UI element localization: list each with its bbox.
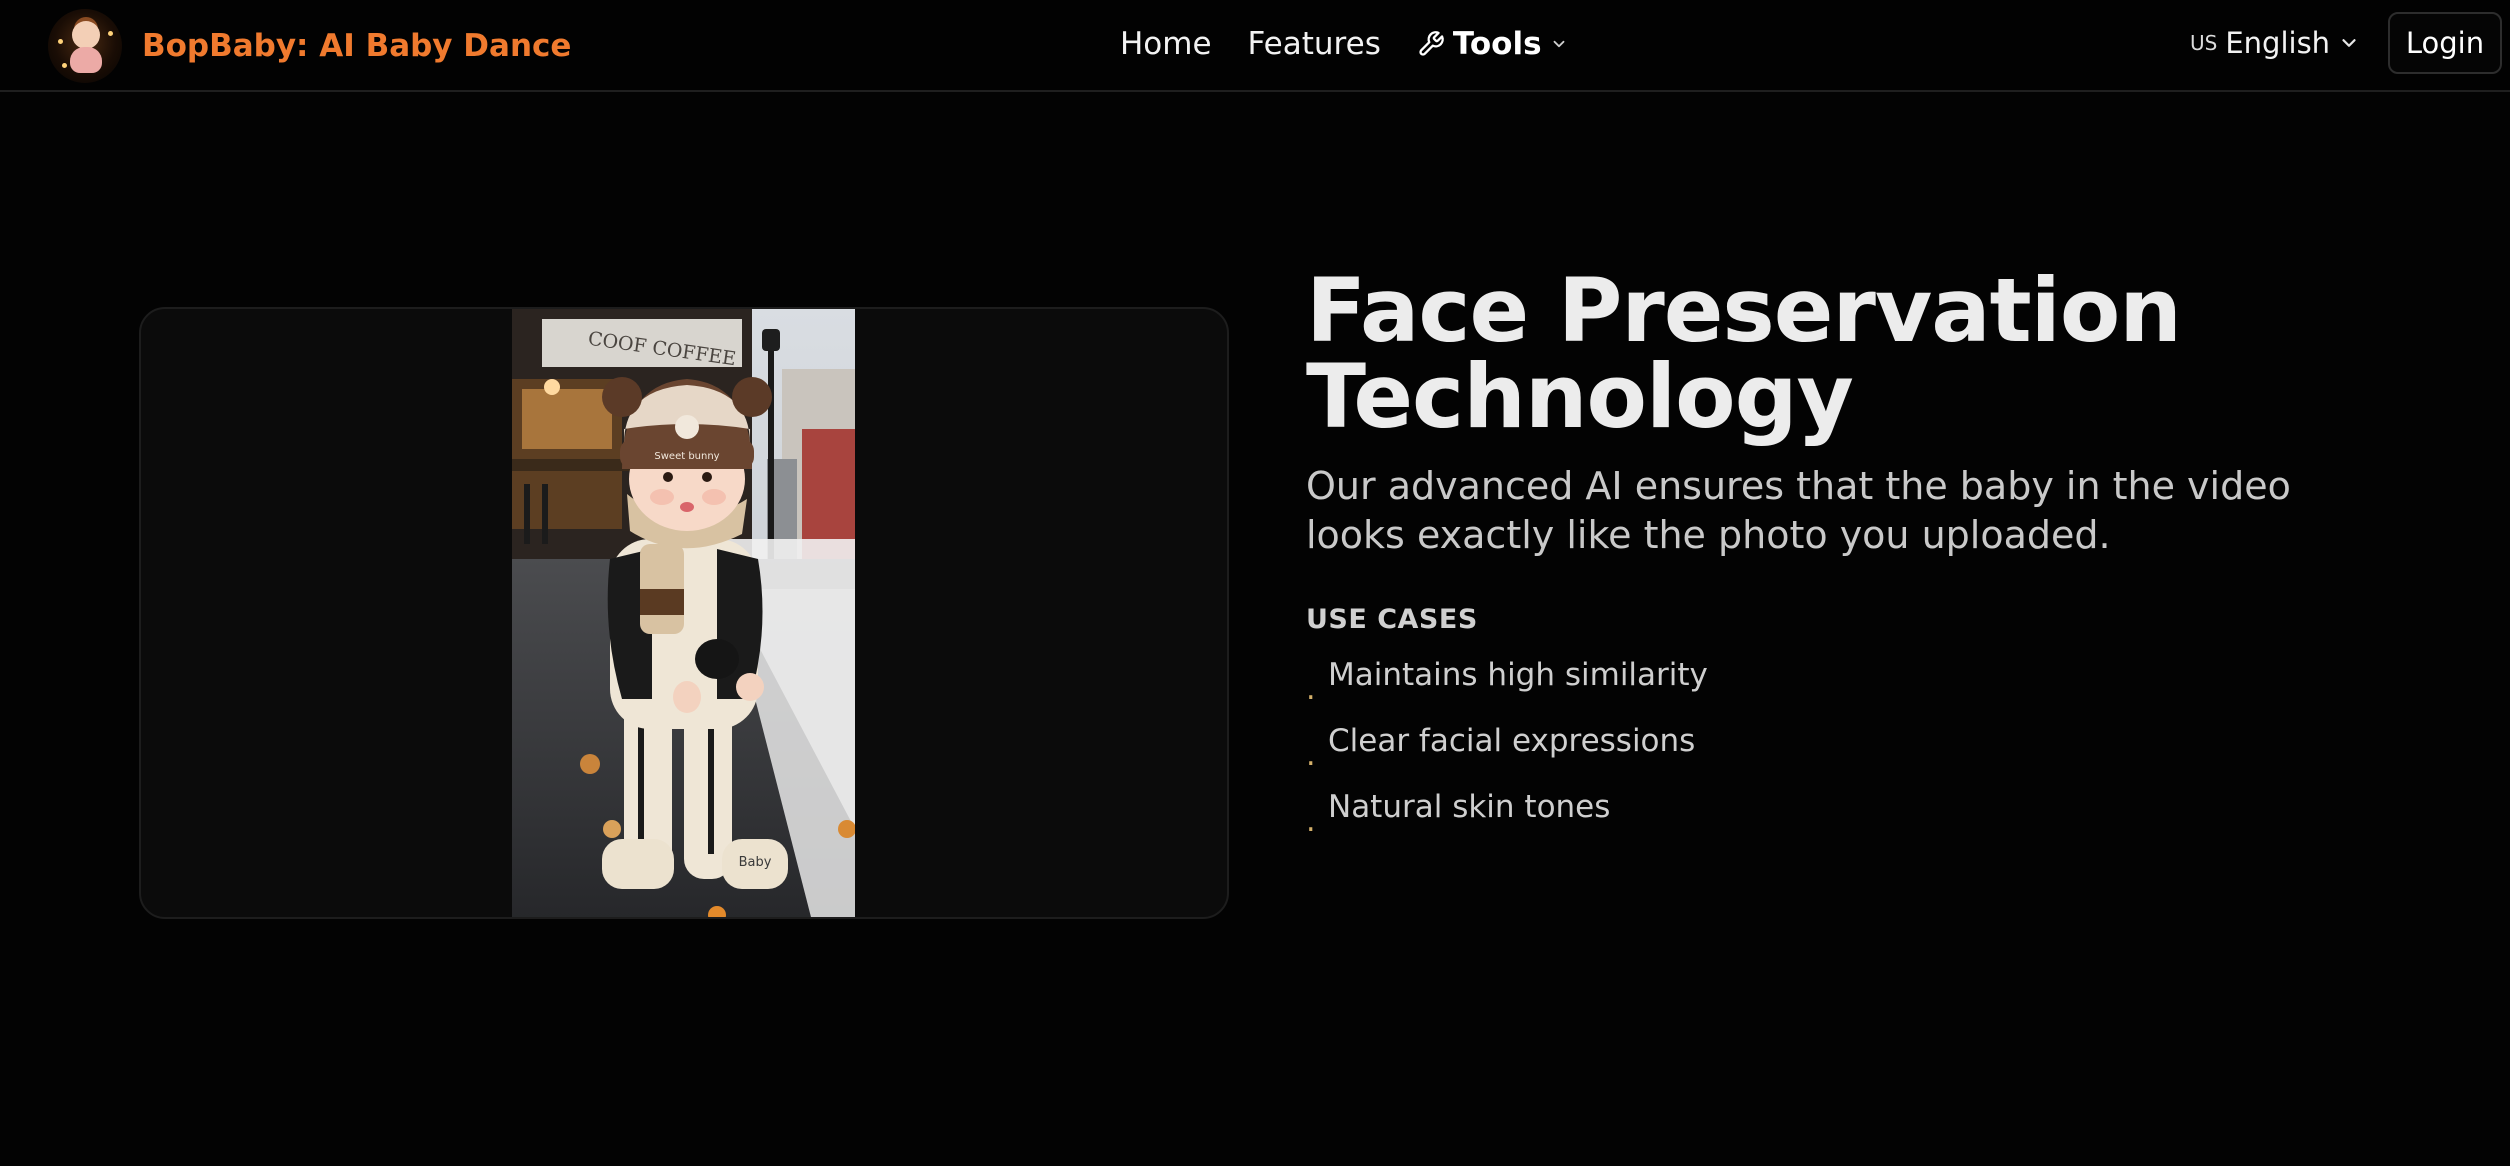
baby-photo[interactable]: COOF COFFEE Baby Sweet bunny [512,309,855,917]
site-header: BopBaby: AI Baby Dance Home Features Too… [0,0,2510,92]
baby-logo-icon [48,9,122,83]
language-selector[interactable]: US English [2190,20,2360,66]
brand-link[interactable]: BopBaby: AI Baby Dance [48,6,571,86]
nav-features[interactable]: Features [1248,26,1381,62]
main-nav: Home Features Tools [1120,0,1568,88]
login-button[interactable]: Login [2388,12,2502,74]
bullet-dot-icon: . [1306,804,1316,839]
chevron-down-icon [2342,39,2356,47]
wrench-icon [1419,31,1444,56]
section-description: Our advanced AI ensures that the baby in… [1306,464,2291,557]
bullet-dot-icon: . [1306,672,1316,707]
hat-text: Sweet bunny [654,451,719,462]
use-cases-list: . Maintains high similarity . Clear faci… [1306,654,1708,852]
use-case-text: Maintains high similarity [1328,657,1708,693]
use-case-text: Natural skin tones [1328,789,1611,825]
baby-photo-illustration: COOF COFFEE Baby Sweet bunny [512,309,855,917]
list-item: . Clear facial expressions [1306,720,1708,786]
list-item: . Natural skin tones [1306,786,1708,852]
section-title: Face Preservation Technology [1306,267,2456,441]
nav-tools-label: Tools [1452,26,1542,62]
brand-name: BopBaby: AI Baby Dance [142,28,572,64]
nav-tools-dropdown[interactable]: Tools [1417,26,1568,62]
use-cases-heading: USE CASES [1306,604,1478,635]
chevron-down-icon [1553,40,1564,48]
use-case-text: Clear facial expressions [1328,723,1696,759]
nav-home[interactable]: Home [1120,26,1212,62]
section-title-line2: Technology [1306,345,1854,448]
us-flag-icon: US [2190,31,2218,55]
bullet-dot-icon: . [1306,738,1316,773]
list-item: . Maintains high similarity [1306,654,1708,720]
video-preview-card: COOF COFFEE Baby Sweet bunny [139,307,1229,919]
language-label: English [2225,26,2331,60]
shoe-text: Baby [739,855,772,870]
